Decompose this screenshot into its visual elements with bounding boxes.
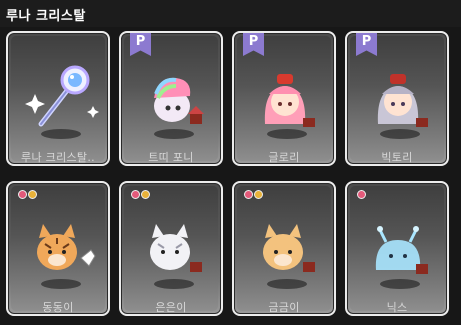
header-bar: 루나 크리스탈	[0, 0, 461, 27]
item-card-pony[interactable]: 트띠 포니 P	[119, 31, 223, 166]
tiger-cub-icon	[37, 224, 96, 270]
item-label: 빅토리	[381, 151, 413, 164]
wand-icon	[25, 65, 99, 127]
item-card-dongdong[interactable]: 동동이	[6, 181, 110, 316]
item-card-euneun[interactable]: 은은이	[119, 181, 223, 316]
item-card-geumgeum[interactable]: 금금이	[232, 181, 336, 316]
item-label: 글로리	[268, 151, 300, 164]
item-card-glory[interactable]: 글로리 P	[232, 31, 336, 166]
item-label: 금금이	[268, 301, 300, 314]
item-label: 은은이	[155, 301, 187, 314]
blue-slime-icon	[375, 226, 428, 274]
item-label: 동동이	[42, 301, 74, 314]
item-card-victory[interactable]: 빅토리 P	[345, 31, 449, 166]
item-label: 루나 크리스탈..	[21, 151, 95, 164]
pink-hair-girl-icon	[264, 74, 315, 127]
item-label: 닉스	[386, 301, 408, 314]
grey-hair-girl-icon	[377, 74, 428, 127]
item-label: 트띠 포니	[148, 151, 194, 164]
item-card-nix[interactable]: 닉스	[345, 181, 449, 316]
golden-cat-icon	[263, 224, 315, 272]
item-card-luna-crystal[interactable]: 루나 크리스탈..	[6, 31, 110, 166]
white-cat-icon	[150, 224, 202, 272]
header-title: 루나 크리스탈	[6, 9, 86, 24]
rainbow-pony-icon	[154, 77, 204, 124]
